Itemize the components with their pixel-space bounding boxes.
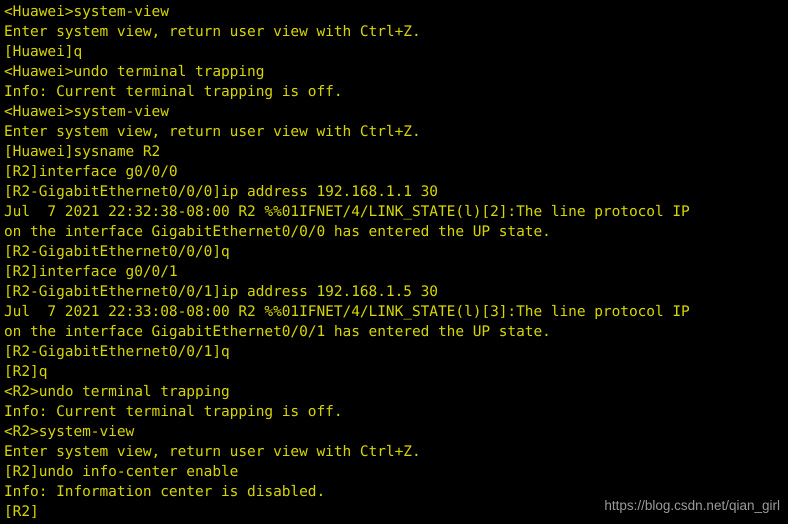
terminal-line: on the interface GigabitEthernet0/0/0 ha… — [4, 224, 551, 240]
terminal-line: [Huawei]q — [4, 44, 83, 60]
terminal-line: <R2>undo terminal trapping — [4, 384, 230, 400]
terminal-line: [R2]interface g0/0/0 — [4, 164, 178, 180]
watermark-text: https://blog.csdn.net/qian_girl — [604, 498, 780, 513]
terminal-line: Jul 7 2021 22:33:08-08:00 R2 %%01IFNET/4… — [4, 304, 690, 320]
terminal-line: on the interface GigabitEthernet0/0/1 ha… — [4, 324, 551, 340]
terminal-window[interactable]: <Huawei>system-view Enter system view, re… — [0, 0, 788, 524]
terminal-line: [R2]interface g0/0/1 — [4, 264, 178, 280]
terminal-line: Enter system view, return user view with… — [4, 444, 421, 460]
terminal-line: [R2-GigabitEthernet0/0/1]ip address 192.… — [4, 284, 438, 300]
terminal-line: Info: Current terminal trapping is off. — [4, 404, 343, 420]
terminal-line: Enter system view, return user view with… — [4, 24, 421, 40]
terminal-line: <Huawei>system-view — [4, 4, 169, 20]
terminal-line: <Huawei>undo terminal trapping — [4, 64, 265, 80]
terminal-output: <Huawei>system-view Enter system view, re… — [4, 2, 788, 522]
terminal-line: Jul 7 2021 22:32:38-08:00 R2 %%01IFNET/4… — [4, 204, 690, 220]
terminal-line: [R2-GigabitEthernet0/0/0]q — [4, 244, 230, 260]
terminal-line: [R2]undo info-center enable — [4, 464, 239, 480]
terminal-line: <Huawei>system-view — [4, 104, 169, 120]
terminal-line: [Huawei]sysname R2 — [4, 144, 161, 160]
terminal-line: [R2-GigabitEthernet0/0/1]q — [4, 344, 230, 360]
terminal-line: Enter system view, return user view with… — [4, 124, 421, 140]
terminal-line: [R2-GigabitEthernet0/0/0]ip address 192.… — [4, 184, 438, 200]
terminal-line: Info: Current terminal trapping is off. — [4, 84, 343, 100]
terminal-line: <R2>system-view — [4, 424, 135, 440]
terminal-line: [R2]q — [4, 364, 48, 380]
